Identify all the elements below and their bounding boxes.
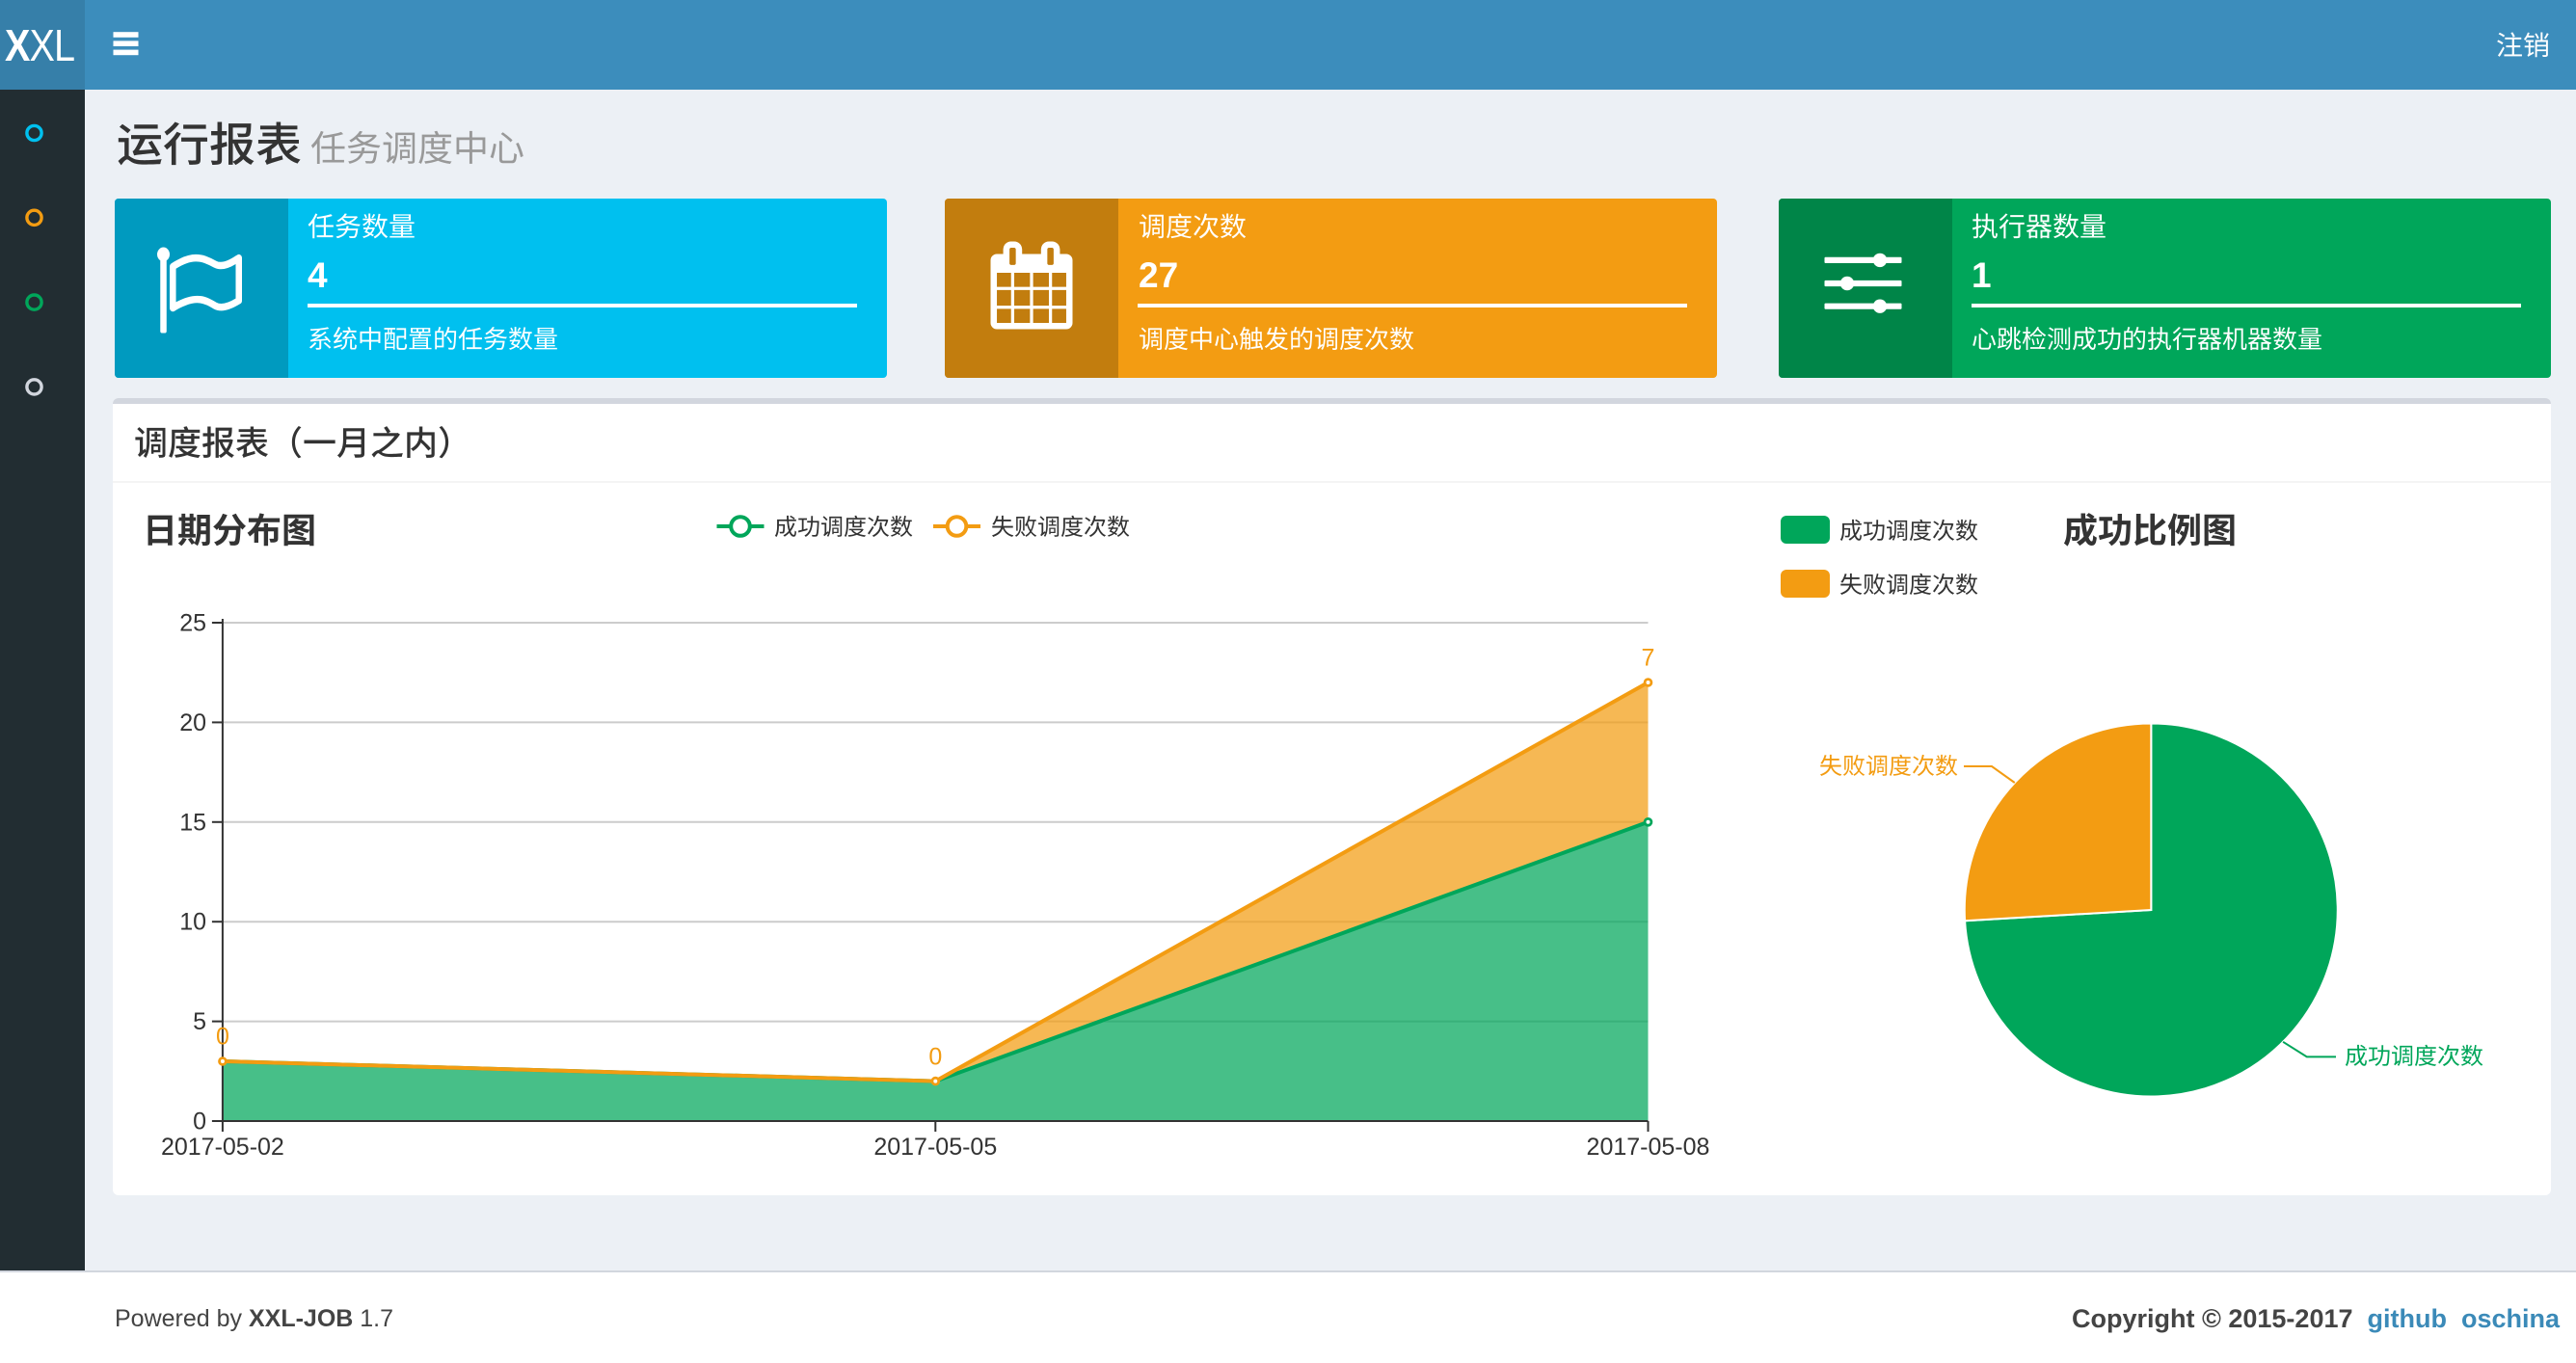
svg-text:Copyright © 2015-2017 github: Copyright © 2015-2017 github oschina bbox=[2072, 1304, 2561, 1333]
svg-text:1: 1 bbox=[1972, 255, 1992, 295]
svg-text:0: 0 bbox=[928, 1044, 942, 1071]
svg-text:7: 7 bbox=[1642, 645, 1655, 672]
svg-text:27: 27 bbox=[1139, 255, 1178, 295]
svg-text:4: 4 bbox=[308, 255, 328, 295]
svg-text:2017-05-08: 2017-05-08 bbox=[1587, 1134, 1710, 1161]
svg-text:2017-05-02: 2017-05-02 bbox=[161, 1134, 284, 1161]
svg-text:XXL: XXL bbox=[5, 21, 74, 70]
svg-text:2017-05-05: 2017-05-05 bbox=[873, 1134, 997, 1161]
svg-text:15: 15 bbox=[179, 809, 206, 836]
svg-text:5: 5 bbox=[193, 1008, 206, 1035]
svg-text:0: 0 bbox=[216, 1024, 229, 1051]
svg-text:20: 20 bbox=[179, 709, 206, 736]
svg-text:25: 25 bbox=[179, 610, 206, 637]
svg-text:10: 10 bbox=[179, 909, 206, 936]
svg-text:Powered by XXL-JOB 1.7: Powered by XXL-JOB 1.7 bbox=[115, 1305, 393, 1332]
svg-text:0: 0 bbox=[193, 1109, 206, 1136]
